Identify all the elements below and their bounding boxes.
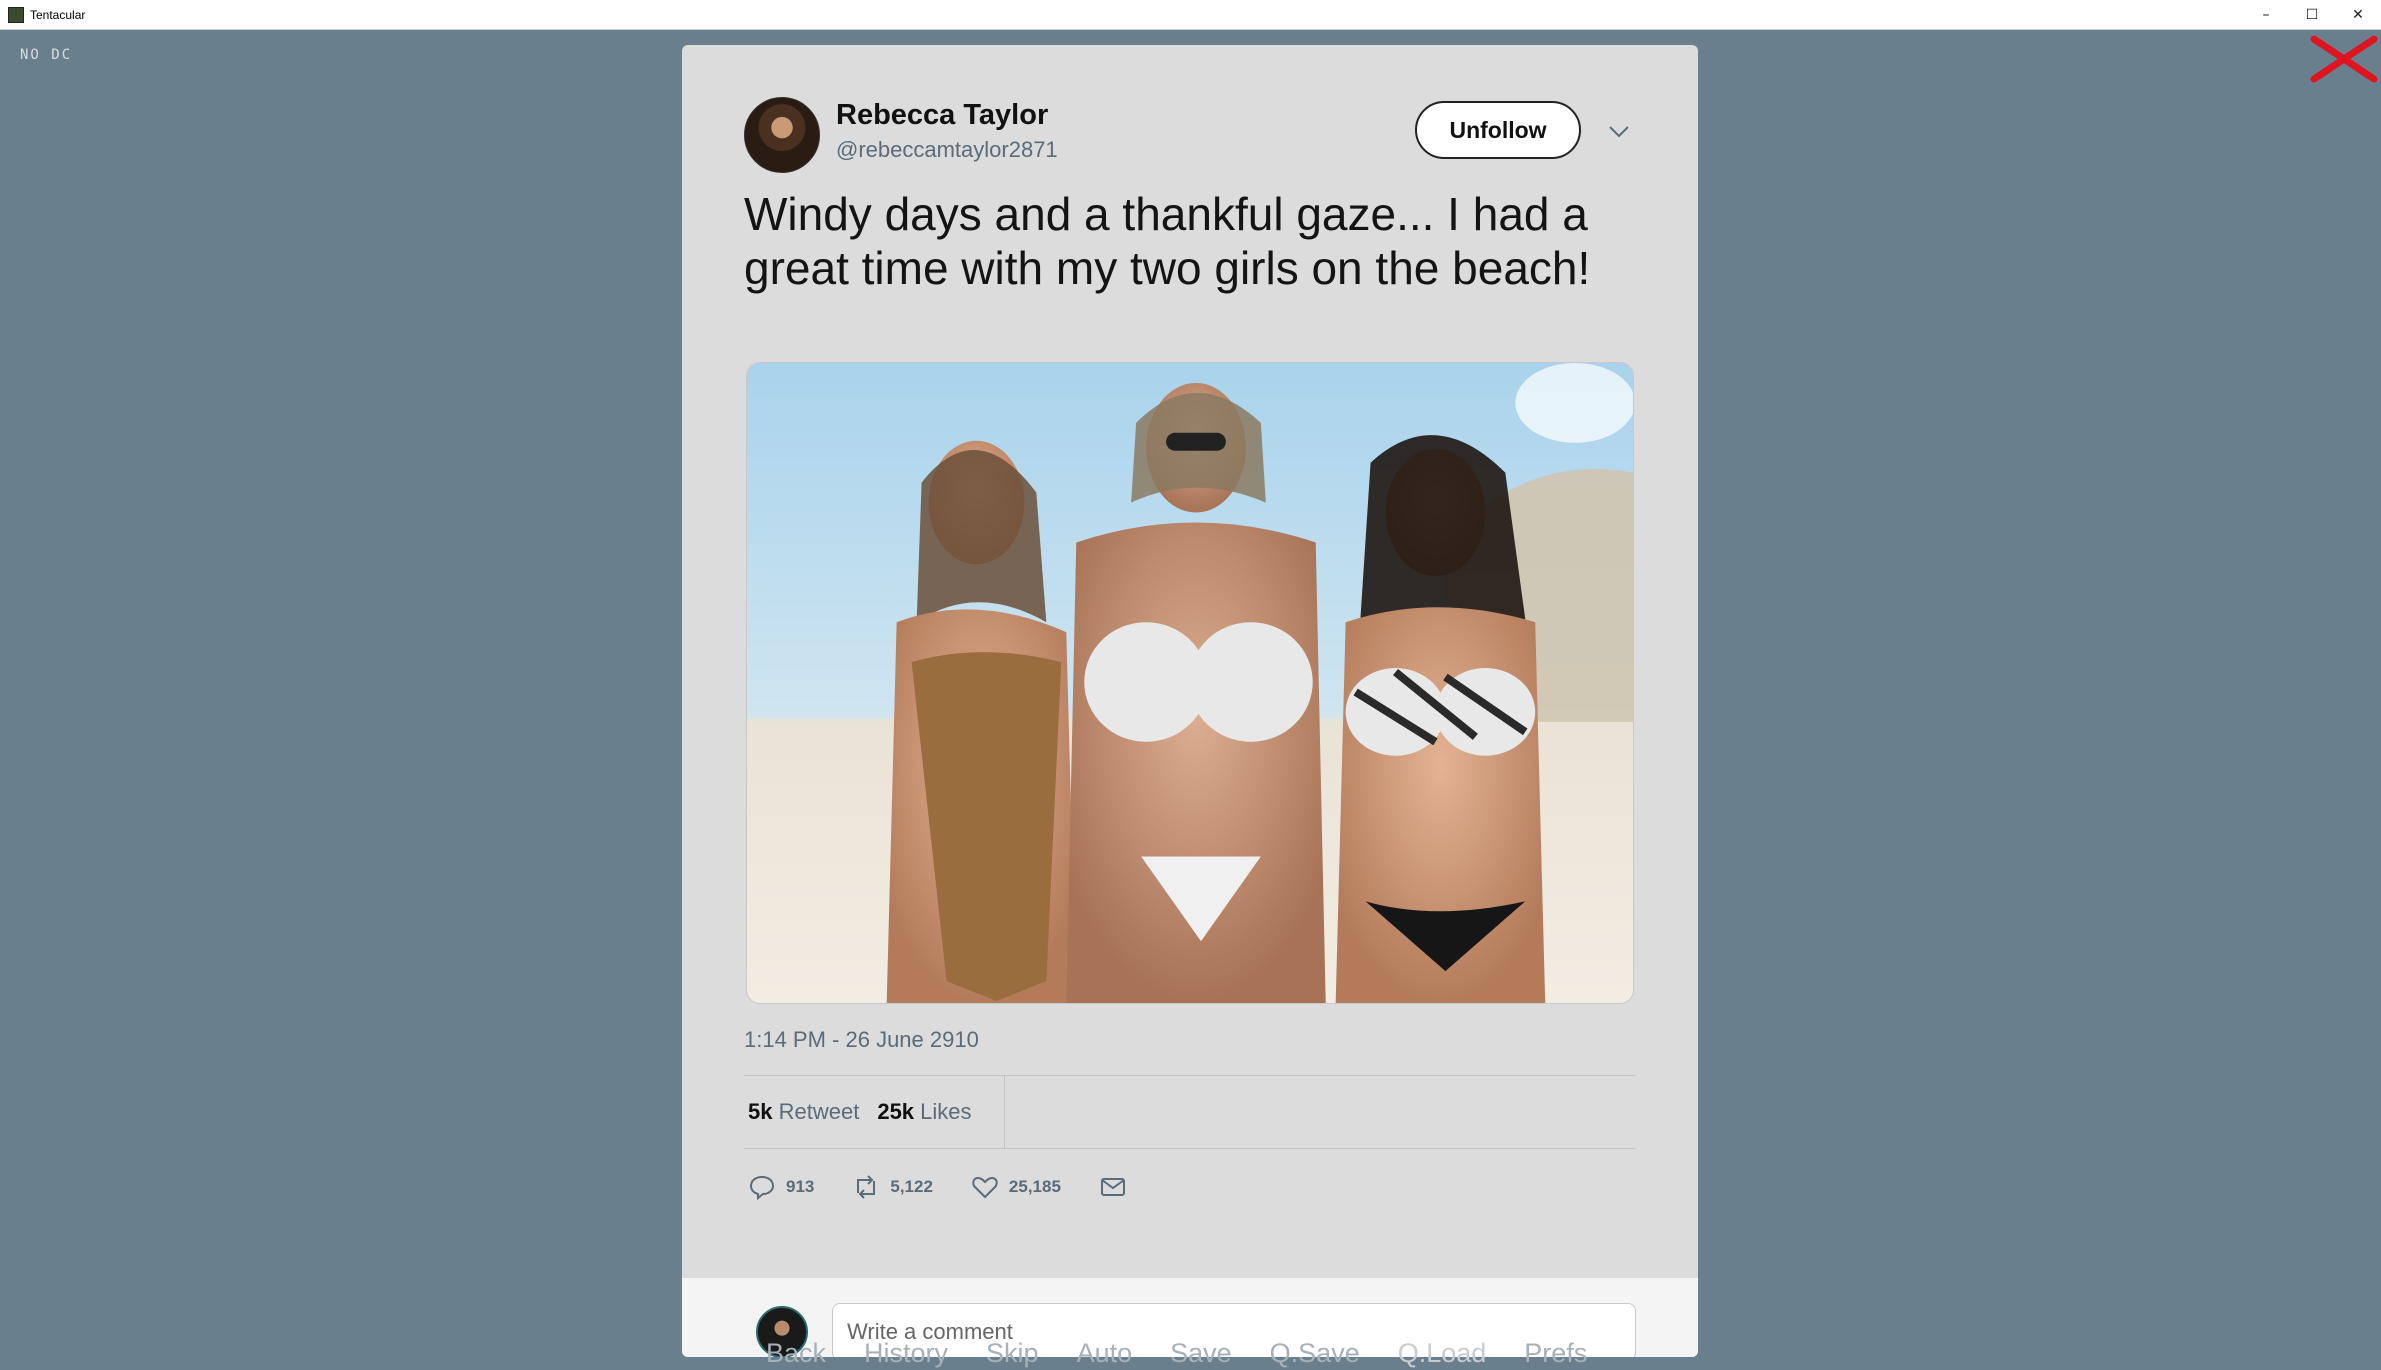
heart-icon — [972, 1176, 998, 1199]
close-phone-icon[interactable] — [2310, 35, 2378, 83]
quick-menu: Back History Skip Auto Save Q.Save Q.Loa… — [766, 1338, 1625, 1370]
minimize-button[interactable]: – — [2243, 0, 2289, 30]
tweet-actions: 913 5,122 25,185 — [748, 1169, 1175, 1205]
beach-photo-illustration — [747, 363, 1633, 1003]
quick-menu-save[interactable]: Save — [1170, 1338, 1232, 1370]
quick-menu-back[interactable]: Back — [766, 1338, 826, 1370]
game-viewport: NO DC Rebecca Taylor @rebeccamtaylor2871… — [0, 30, 2381, 1370]
divider — [744, 1148, 1636, 1149]
reply-count: 913 — [786, 1177, 815, 1196]
retweet-stat[interactable]: 5k Retweet — [748, 1099, 859, 1125]
retweet-icon — [857, 1175, 876, 1199]
reply-button[interactable]: 913 — [748, 1173, 814, 1201]
quick-menu-qsave[interactable]: Q.Save — [1270, 1338, 1360, 1370]
quick-menu-auto[interactable]: Auto — [1077, 1338, 1133, 1370]
unfollow-button[interactable]: Unfollow — [1415, 101, 1581, 159]
like-count: 25,185 — [1008, 1177, 1061, 1196]
quick-menu-skip[interactable]: Skip — [986, 1338, 1039, 1370]
likes-stat[interactable]: 25k Likes — [877, 1099, 971, 1125]
author-avatar[interactable] — [744, 97, 820, 173]
nodc-label: NO DC — [20, 47, 73, 63]
maximize-button[interactable]: ☐ — [2289, 0, 2335, 30]
author-handle[interactable]: @rebeccamtaylor2871 — [836, 137, 1058, 163]
window-title: Tentacular — [30, 7, 86, 22]
tweet-card: Rebecca Taylor @rebeccamtaylor2871 Unfol… — [682, 45, 1698, 1357]
close-window-button[interactable]: ✕ — [2335, 0, 2381, 30]
like-button[interactable]: 25,185 — [971, 1173, 1061, 1201]
retweet-button[interactable]: 5,122 — [852, 1173, 933, 1201]
quick-menu-history[interactable]: History — [864, 1338, 948, 1370]
window-controls: – ☐ ✕ — [2243, 0, 2381, 30]
message-button[interactable] — [1099, 1173, 1137, 1201]
quick-menu-prefs[interactable]: Prefs — [1524, 1338, 1587, 1370]
quick-menu-qload[interactable]: Q.Load — [1398, 1338, 1487, 1370]
divider — [744, 1075, 1636, 1076]
tweet-text: Windy days and a thankful gaze... I had … — [744, 188, 1591, 294]
tweet-timestamp: 1:14 PM - 26 June 2910 — [744, 1027, 979, 1052]
reply-icon — [749, 1175, 775, 1201]
tweet-stats: 5k Retweet 25k Likes — [748, 1099, 972, 1125]
author-name[interactable]: Rebecca Taylor — [836, 99, 1048, 132]
mail-icon — [1100, 1178, 1125, 1196]
chevron-down-icon[interactable] — [1607, 121, 1631, 141]
tweet-photo[interactable] — [746, 362, 1634, 1004]
app-icon — [8, 6, 24, 23]
retweet-count: 5,122 — [890, 1177, 933, 1196]
window-title-bar: Tentacular – ☐ ✕ — [0, 0, 2381, 30]
stats-separator — [1004, 1075, 1005, 1148]
